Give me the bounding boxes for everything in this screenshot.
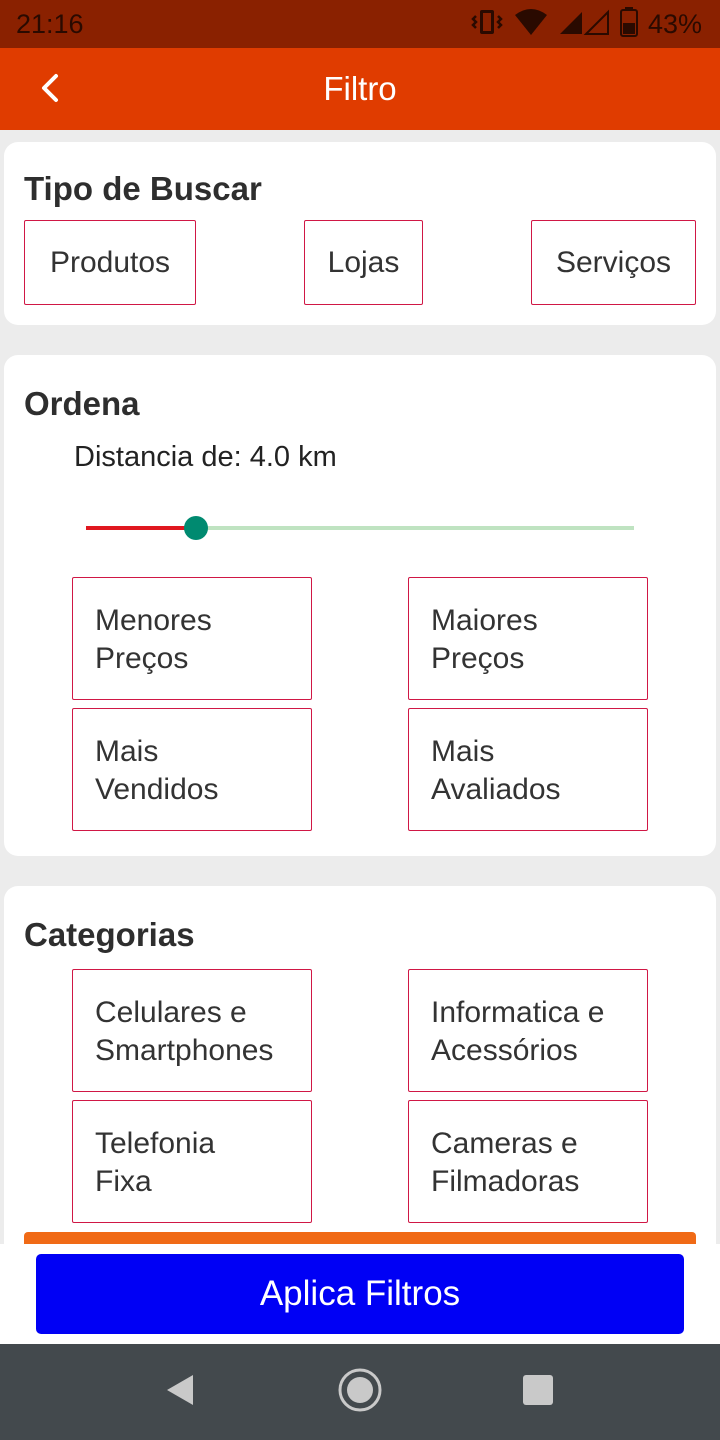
battery-percent: 43% — [647, 8, 702, 39]
vibrate-icon — [470, 8, 504, 41]
apply-filters-button[interactable]: Aplica Filtros — [36, 1254, 684, 1334]
slider-track-active — [86, 526, 196, 530]
category-phones-button[interactable]: Celulares e Smartphones — [72, 969, 312, 1092]
sort-highest-price-label: Maiores Preços — [431, 604, 538, 675]
sort-best-selling-label: Mais Vendidos — [95, 735, 219, 806]
search-type-stores-button[interactable]: Lojas — [304, 220, 423, 305]
sort-best-selling-button[interactable]: Mais Vendidos — [72, 708, 312, 831]
categories-title: Categorias — [24, 916, 195, 953]
app-bar: Filtro — [0, 48, 720, 130]
apply-footer: Aplica Filtros — [0, 1244, 720, 1344]
sort-card: Ordena Distancia de: 4.0 km Menores Preço… — [4, 355, 716, 856]
category-landline-button[interactable]: Telefonia Fixa — [72, 1100, 312, 1223]
search-type-card: Tipo de Buscar Produtos Lojas Serviços — [4, 142, 716, 325]
signal-icon — [558, 8, 610, 41]
categories-card: Categorias Celulares e Smartphones Inform… — [4, 886, 716, 1246]
category-landline-label: Telefonia Fixa — [95, 1127, 216, 1198]
distance-slider[interactable] — [86, 513, 634, 543]
battery-icon — [619, 6, 638, 42]
category-computing-button[interactable]: Informatica e Acessórios — [408, 969, 648, 1092]
sort-title: Ordena — [24, 385, 140, 422]
category-cameras-button[interactable]: Cameras e Filmadoras — [408, 1100, 648, 1223]
search-type-title: Tipo de Buscar — [24, 170, 262, 207]
nav-back-button[interactable] — [156, 1368, 204, 1416]
sort-top-rated-button[interactable]: Mais Avaliados — [408, 708, 648, 831]
slider-thumb[interactable] — [184, 516, 208, 540]
nav-home-icon — [337, 1367, 383, 1418]
sort-highest-price-button[interactable]: Maiores Preços — [408, 577, 648, 700]
distance-label: Distancia de: 4.0 km — [74, 441, 337, 473]
status-time: 21:16 — [16, 9, 84, 39]
nav-back-icon — [164, 1373, 196, 1412]
page-title: Filtro — [323, 70, 397, 107]
category-computing-label: Informatica e Acessórios — [431, 996, 605, 1067]
sort-top-rated-label: Mais Avaliados — [431, 735, 561, 806]
nav-recents-icon — [522, 1374, 554, 1411]
sort-lowest-price-button[interactable]: Menores Preços — [72, 577, 312, 700]
nav-recents-button[interactable] — [514, 1368, 562, 1416]
search-type-services-button[interactable]: Serviços — [531, 220, 696, 305]
status-icons: 43% — [470, 6, 702, 42]
wifi-icon — [514, 8, 548, 41]
sort-lowest-price-label: Menores Preços — [95, 604, 212, 675]
category-phones-label: Celulares e Smartphones — [95, 996, 274, 1067]
search-type-products-button[interactable]: Produtos — [24, 220, 196, 305]
category-cameras-label: Cameras e Filmadoras — [431, 1127, 580, 1198]
nav-home-button[interactable] — [336, 1368, 384, 1416]
navigation-bar — [0, 1344, 720, 1440]
slider-track-rest — [196, 526, 634, 530]
status-bar: 21:16 43% — [0, 0, 720, 48]
